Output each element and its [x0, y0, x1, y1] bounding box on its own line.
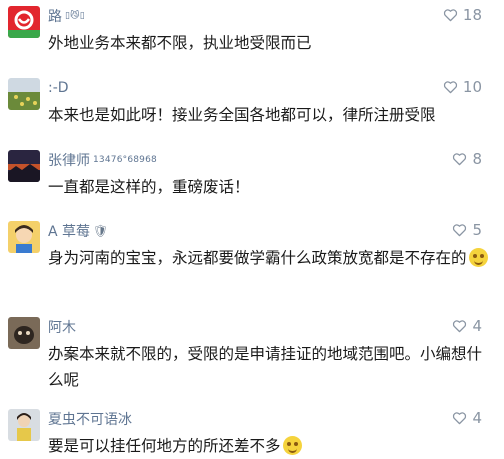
- comment-item: 路 ▯😼▯ 18 外地业务本来都不限，执业地受限而已: [0, 6, 504, 52]
- heart-outline-icon: [453, 412, 467, 425]
- comment-text: 要是可以挂任何地方的所还差不多: [48, 433, 490, 459]
- avatar[interactable]: [8, 150, 40, 182]
- comment-text: 一直都是这样的，重磅废话！: [48, 178, 250, 196]
- author-name: 路: [48, 9, 62, 25]
- author-name-suffix: 13476°68968: [93, 155, 157, 165]
- comment-text: 办案本来就不限的，受限的是申请挂证的地域范围吧。小编想什么呢: [48, 345, 483, 389]
- comment-text: 本来也是如此呀！接业务全国各地都可以，律所注册受限: [48, 106, 436, 124]
- comment-item: :-D 10 本来也是如此呀！接业务全国各地都可以，律所注册受限: [0, 78, 504, 128]
- like-button[interactable]: 4: [452, 409, 482, 427]
- author-name: 张律师: [48, 153, 90, 169]
- red-heart-logo-avatar-icon: [8, 6, 40, 38]
- like-count: 5: [472, 221, 482, 239]
- comment-author[interactable]: 路 ▯😼▯: [48, 7, 85, 25]
- like-button[interactable]: 8: [452, 150, 482, 168]
- comment-item: A 草莓 🛡 5 身为河南的宝宝，永远都要做学霸什么政策放宽都是不存在的: [0, 221, 504, 291]
- comment-item: 夏虫不可语冰 4 要是可以挂任何地方的所还差不多: [0, 409, 504, 459]
- like-button[interactable]: 4: [452, 317, 482, 335]
- like-button[interactable]: 5: [452, 221, 482, 239]
- author-name: 阿木: [48, 320, 76, 336]
- avatar[interactable]: [8, 6, 40, 38]
- author-name: A 草莓: [48, 224, 91, 240]
- heart-outline-icon: [443, 9, 457, 22]
- heart-outline-icon: [453, 153, 467, 166]
- smiling-face-emoji-icon: [282, 436, 302, 455]
- comment-author[interactable]: :-D: [48, 79, 69, 97]
- like-count: 8: [472, 150, 482, 168]
- avatar[interactable]: [8, 221, 40, 253]
- comment-list: 路 ▯😼▯ 18 外地业务本来都不限，执业地受限而已 :-D 10 本来也是如此…: [0, 0, 504, 459]
- like-button[interactable]: 18: [443, 6, 482, 24]
- author-name: :-D: [48, 80, 69, 96]
- like-count: 10: [462, 78, 482, 96]
- like-count: 4: [472, 317, 482, 335]
- comment-text: 外地业务本来都不限，执业地受限而已: [48, 34, 312, 52]
- comment-author[interactable]: 夏虫不可语冰: [48, 410, 132, 428]
- comment-item: 张律师 13476°68968 8 一直都是这样的，重磅废话！: [0, 150, 504, 200]
- comment-text: 身为河南的宝宝，永远都要做学霸什么政策放宽都是不存在的: [48, 245, 490, 271]
- comment-author[interactable]: 阿木: [48, 318, 76, 336]
- comment-author[interactable]: A 草莓 🛡: [48, 222, 108, 240]
- cartoon-child-avatar-icon: [8, 221, 40, 253]
- sunset-mountain-avatar-icon: [8, 150, 40, 182]
- comment-author[interactable]: 张律师 13476°68968: [48, 151, 157, 169]
- avatar[interactable]: [8, 409, 40, 441]
- heart-outline-icon: [453, 320, 467, 333]
- avatar[interactable]: [8, 78, 40, 110]
- like-button[interactable]: 10: [443, 78, 482, 96]
- heart-outline-icon: [443, 81, 457, 94]
- author-name-suffix: ▯😼▯: [65, 11, 85, 21]
- shield-badge-icon: 🛡: [93, 224, 109, 238]
- avatar[interactable]: [8, 317, 40, 349]
- smiling-face-emoji-icon: [468, 248, 488, 267]
- comment-item: 阿木 4 办案本来就不限的，受限的是申请挂证的地域范围吧。小编想什么呢: [0, 317, 504, 389]
- like-count: 4: [472, 409, 482, 427]
- heart-outline-icon: [453, 224, 467, 237]
- author-name: 夏虫不可语冰: [48, 412, 132, 428]
- animal-photo-avatar-icon: [8, 317, 40, 349]
- person-photo-avatar-icon: [8, 409, 40, 441]
- like-count: 18: [462, 6, 482, 24]
- landscape-photo-avatar-icon: [8, 78, 40, 110]
